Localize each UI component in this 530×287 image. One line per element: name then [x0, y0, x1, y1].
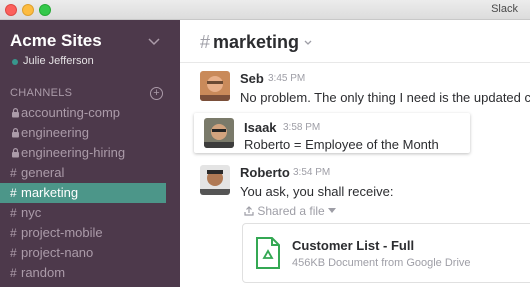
file-attachment[interactable]: Customer List - Full 456KB Document from…	[242, 223, 530, 283]
file-name[interactable]: Customer List - Full	[292, 238, 414, 253]
app-title: Slack	[491, 3, 518, 15]
channel-label: engineering-hiring	[21, 145, 126, 160]
google-doc-icon	[256, 237, 280, 269]
sidebar-item-project-nano[interactable]: # project-nano	[0, 243, 180, 263]
avatar[interactable]	[200, 165, 230, 195]
user-name[interactable]: Julie Jefferson	[23, 55, 94, 67]
channel-list: accounting-comp engineering engineering-hi…	[0, 103, 180, 283]
avatar[interactable]	[200, 71, 230, 101]
channel-label: marketing	[21, 185, 79, 200]
channel-label: project-nano	[21, 245, 94, 260]
hash-icon: #	[10, 226, 17, 240]
hash-icon: #	[10, 266, 17, 280]
sidebar-item-general[interactable]: # general	[0, 163, 180, 183]
sidebar-item-project-mobile[interactable]: # project-mobile	[0, 223, 180, 243]
message-text: No problem. The only thing I need is the…	[240, 90, 530, 105]
channel-label: project-mobile	[21, 225, 103, 240]
message-text: Roberto = Employee of the Month	[244, 137, 439, 152]
message-time[interactable]: 3:54 PM	[293, 167, 330, 178]
channel-hash: #	[200, 32, 211, 52]
hash-icon: #	[10, 166, 17, 180]
channels-header[interactable]: CHANNELS	[10, 87, 72, 99]
channel-label: accounting-comp	[21, 105, 120, 120]
caret-down-icon[interactable]	[328, 208, 337, 214]
lock-icon	[12, 108, 19, 118]
message-roberto: Roberto 3:54 PM You ask, you shall recei…	[180, 165, 530, 205]
chevron-down-icon[interactable]	[148, 38, 160, 46]
sidebar-item-nyc[interactable]: # nyc	[0, 203, 180, 223]
team-name[interactable]: Acme Sites	[10, 31, 102, 51]
sidebar-item-random[interactable]: # random	[0, 263, 180, 283]
file-meta: 456KB Document from Google Drive	[292, 257, 471, 269]
message-time[interactable]: 3:58 PM	[283, 122, 320, 133]
add-channel-icon[interactable]: +	[150, 87, 163, 100]
slack-window: Slack Acme Sites Julie Jefferson CHANNEL…	[0, 0, 530, 287]
channel-label: random	[21, 265, 66, 280]
lock-icon	[12, 148, 19, 158]
hash-icon: #	[10, 246, 17, 260]
message-time[interactable]: 3:45 PM	[268, 73, 305, 84]
message-author[interactable]: Isaak	[244, 120, 277, 135]
channel-label: general	[21, 165, 65, 180]
title-bar: Slack	[0, 0, 530, 20]
avatar[interactable]	[204, 118, 234, 148]
shared-file-label: Shared a file	[257, 204, 325, 218]
sidebar-item-accounting-comp[interactable]: accounting-comp	[0, 103, 180, 123]
channel-label: nyc	[21, 205, 42, 220]
channel-label: engineering	[21, 125, 89, 140]
message-author[interactable]: Roberto	[240, 165, 290, 180]
shared-file-meta[interactable]: Shared a file	[244, 204, 337, 218]
close-window-button[interactable]	[5, 4, 17, 16]
presence-indicator	[12, 59, 18, 65]
hash-icon: #	[10, 206, 17, 220]
message-seb: Seb 3:45 PM No problem. The only thing I…	[180, 71, 530, 111]
sidebar-item-engineering[interactable]: engineering	[0, 123, 180, 143]
channel-title[interactable]: marketing	[213, 32, 299, 53]
chevron-down-icon[interactable]	[304, 40, 312, 46]
sidebar-item-marketing[interactable]: # marketing	[0, 183, 166, 203]
channel-header: # marketing	[180, 20, 530, 63]
message-author[interactable]: Seb	[240, 71, 264, 86]
share-icon	[244, 206, 254, 216]
message-isaak: Isaak 3:58 PM Roberto = Employee of the …	[194, 113, 470, 153]
sidebar: Acme Sites Julie Jefferson CHANNELS + ac…	[0, 20, 180, 287]
message-text: You ask, you shall receive:	[240, 184, 394, 199]
sidebar-item-engineering-hiring[interactable]: engineering-hiring	[0, 143, 180, 163]
minimize-window-button[interactable]	[22, 4, 34, 16]
maximize-window-button[interactable]	[39, 4, 51, 16]
lock-icon	[12, 128, 19, 138]
hash-icon: #	[10, 186, 17, 200]
main-pane: # marketing Seb 3:45 PM No problem. The …	[180, 20, 530, 287]
